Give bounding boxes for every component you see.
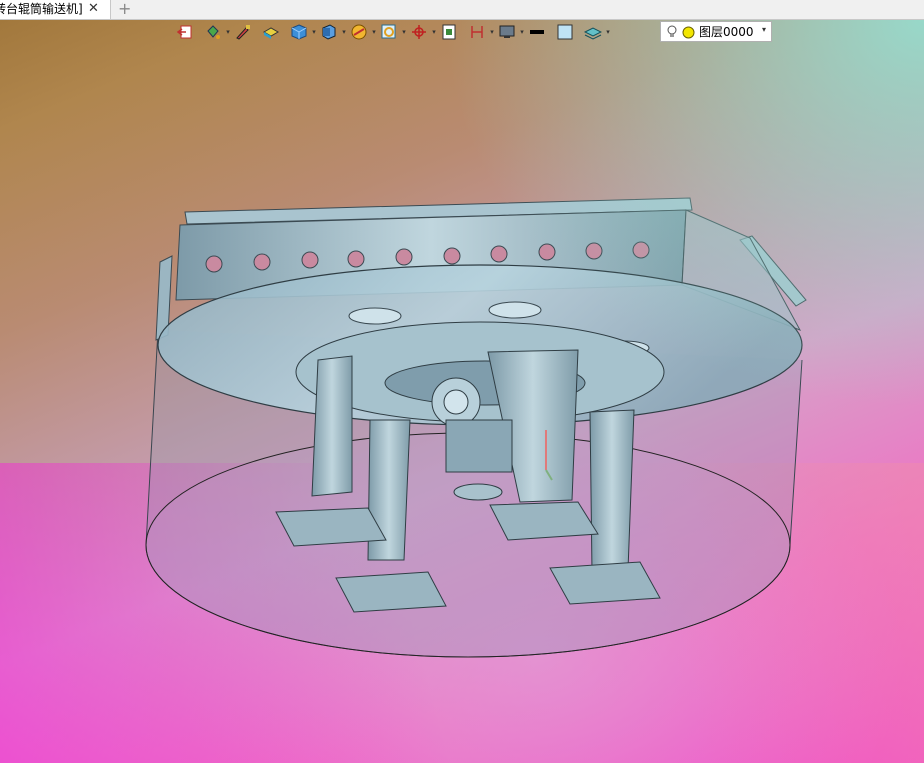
paint-bucket-icon[interactable] <box>204 23 222 41</box>
close-tab-icon[interactable]: ✕ <box>88 0 99 18</box>
view-toolbar: ▾ ▾ ▾ ▾ ▾ ▾ ▾ ▾ ▾ <box>176 20 612 44</box>
exit-sketch-icon[interactable] <box>176 23 194 41</box>
view-orientation-icon[interactable] <box>320 23 338 41</box>
layer-selector[interactable]: 图层0000 ▾ <box>660 21 772 42</box>
line-color-icon[interactable] <box>528 23 546 41</box>
layer-manager-icon[interactable] <box>584 23 602 41</box>
document-tab-bar: 转台辊筒输送机] ✕ + <box>0 0 924 20</box>
dropdown-arrow-icon[interactable]: ▾ <box>430 23 438 41</box>
layer-name: 图层0000 <box>699 25 754 39</box>
display-monitor-icon[interactable] <box>498 23 516 41</box>
brush-icon[interactable] <box>234 23 252 41</box>
bulb-icon[interactable] <box>666 25 678 39</box>
move-triad-icon[interactable] <box>410 23 428 41</box>
3d-viewport[interactable] <box>0 20 924 763</box>
layer-dot-icon <box>682 26 695 39</box>
document-tab[interactable]: 转台辊筒输送机] ✕ <box>0 0 111 19</box>
dropdown-arrow-icon[interactable]: ▾ <box>310 23 318 41</box>
fit-view-icon[interactable] <box>440 23 458 41</box>
shaded-cube-icon[interactable] <box>290 23 308 41</box>
dropdown-arrow-icon[interactable]: ▾ <box>370 23 378 41</box>
fill-color-icon[interactable] <box>556 23 574 41</box>
render-style-icon[interactable] <box>262 23 280 41</box>
dropdown-arrow-icon[interactable]: ▾ <box>224 23 232 41</box>
new-tab-button[interactable]: + <box>118 0 131 18</box>
chevron-down-icon[interactable]: ▾ <box>762 25 766 34</box>
zoom-window-icon[interactable] <box>380 23 398 41</box>
section-view-icon[interactable] <box>350 23 368 41</box>
dropdown-arrow-icon[interactable]: ▾ <box>400 23 408 41</box>
document-tab-title: 转台辊筒输送机] <box>0 2 83 16</box>
dropdown-arrow-icon[interactable]: ▾ <box>604 23 612 41</box>
dimension-icon[interactable] <box>468 23 486 41</box>
dropdown-arrow-icon[interactable]: ▾ <box>340 23 348 41</box>
dropdown-arrow-icon[interactable]: ▾ <box>518 23 526 41</box>
conveyor-3d-model <box>145 197 807 658</box>
dropdown-arrow-icon[interactable]: ▾ <box>488 23 496 41</box>
